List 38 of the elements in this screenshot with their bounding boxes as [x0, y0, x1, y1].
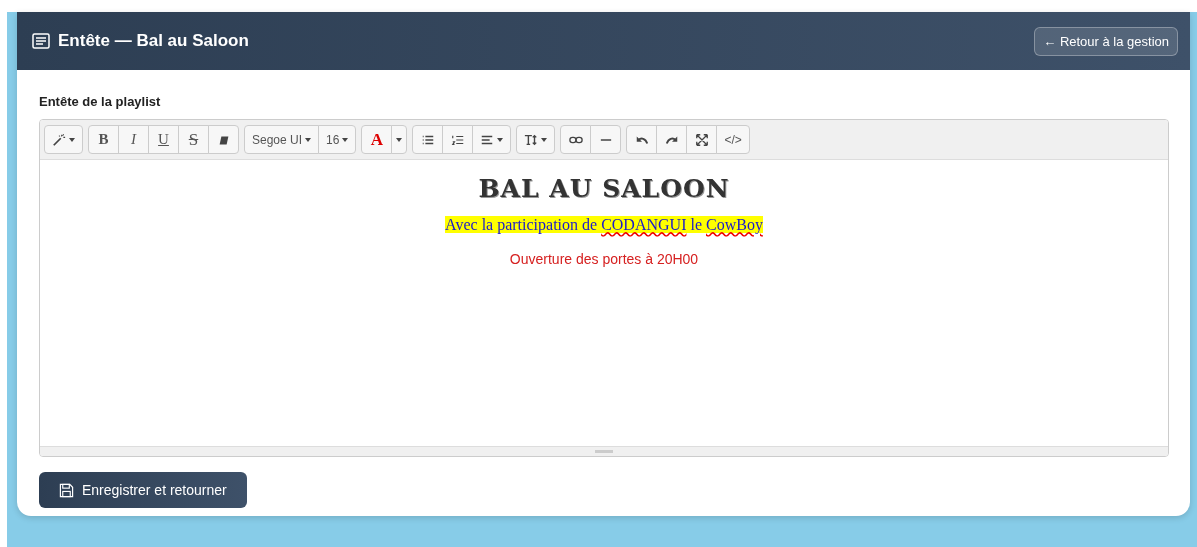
- toolbar-button[interactable]: 16: [318, 125, 357, 154]
- paragraph-text: Avec la participation de CODANGUI le CowBoy: [444, 216, 764, 234]
- redo-button[interactable]: [656, 125, 688, 154]
- document-icon: [32, 33, 50, 49]
- bold-button[interactable]: B: [88, 125, 119, 154]
- eraser-button[interactable]: [208, 125, 239, 154]
- back-button[interactable]: ← Retour à la gestion: [1034, 26, 1178, 56]
- font-color-button[interactable]: A: [361, 125, 393, 154]
- paragraph-text: Ouverture des portes à 20H00: [508, 250, 700, 267]
- strikethrough-button[interactable]: S: [178, 125, 209, 154]
- text-height-button[interactable]: [516, 125, 556, 154]
- numbered-list-button[interactable]: [442, 125, 474, 154]
- caret-icon: [69, 137, 75, 142]
- toolbar-button[interactable]: Segoe UI: [244, 125, 320, 154]
- italic-button[interactable]: I: [118, 125, 149, 154]
- magic-wand-icon: [52, 132, 66, 147]
- horizontal-rule-icon: [599, 138, 612, 141]
- save-button[interactable]: Enregistrer et retourner: [39, 472, 247, 508]
- caret-icon: [541, 137, 548, 142]
- field-label: Entête de la playlist: [39, 94, 162, 109]
- page-title: Entête — Bal au Saloon: [58, 31, 250, 51]
- undo-button[interactable]: [626, 125, 658, 154]
- text-height-icon: [524, 132, 539, 147]
- caret-icon: [342, 137, 349, 142]
- heading-text: BAL AU SALOON: [477, 174, 731, 203]
- horizontal-rule-button[interactable]: [590, 125, 622, 154]
- underline-button[interactable]: U: [148, 125, 179, 154]
- fullscreen-button[interactable]: [686, 125, 718, 154]
- caret-icon: [305, 137, 312, 142]
- align-button[interactable]: [472, 125, 512, 154]
- color-dropdown-button[interactable]: [391, 125, 408, 154]
- magic-wand-button[interactable]: [44, 125, 83, 154]
- link-button[interactable]: [560, 125, 592, 154]
- bullet-list-button[interactable]: [412, 125, 444, 154]
- caret-icon: [497, 137, 504, 142]
- caret-icon: [396, 137, 403, 142]
- toolbar-button[interactable]: </>: [716, 125, 750, 154]
- fullscreen-icon: [694, 132, 709, 147]
